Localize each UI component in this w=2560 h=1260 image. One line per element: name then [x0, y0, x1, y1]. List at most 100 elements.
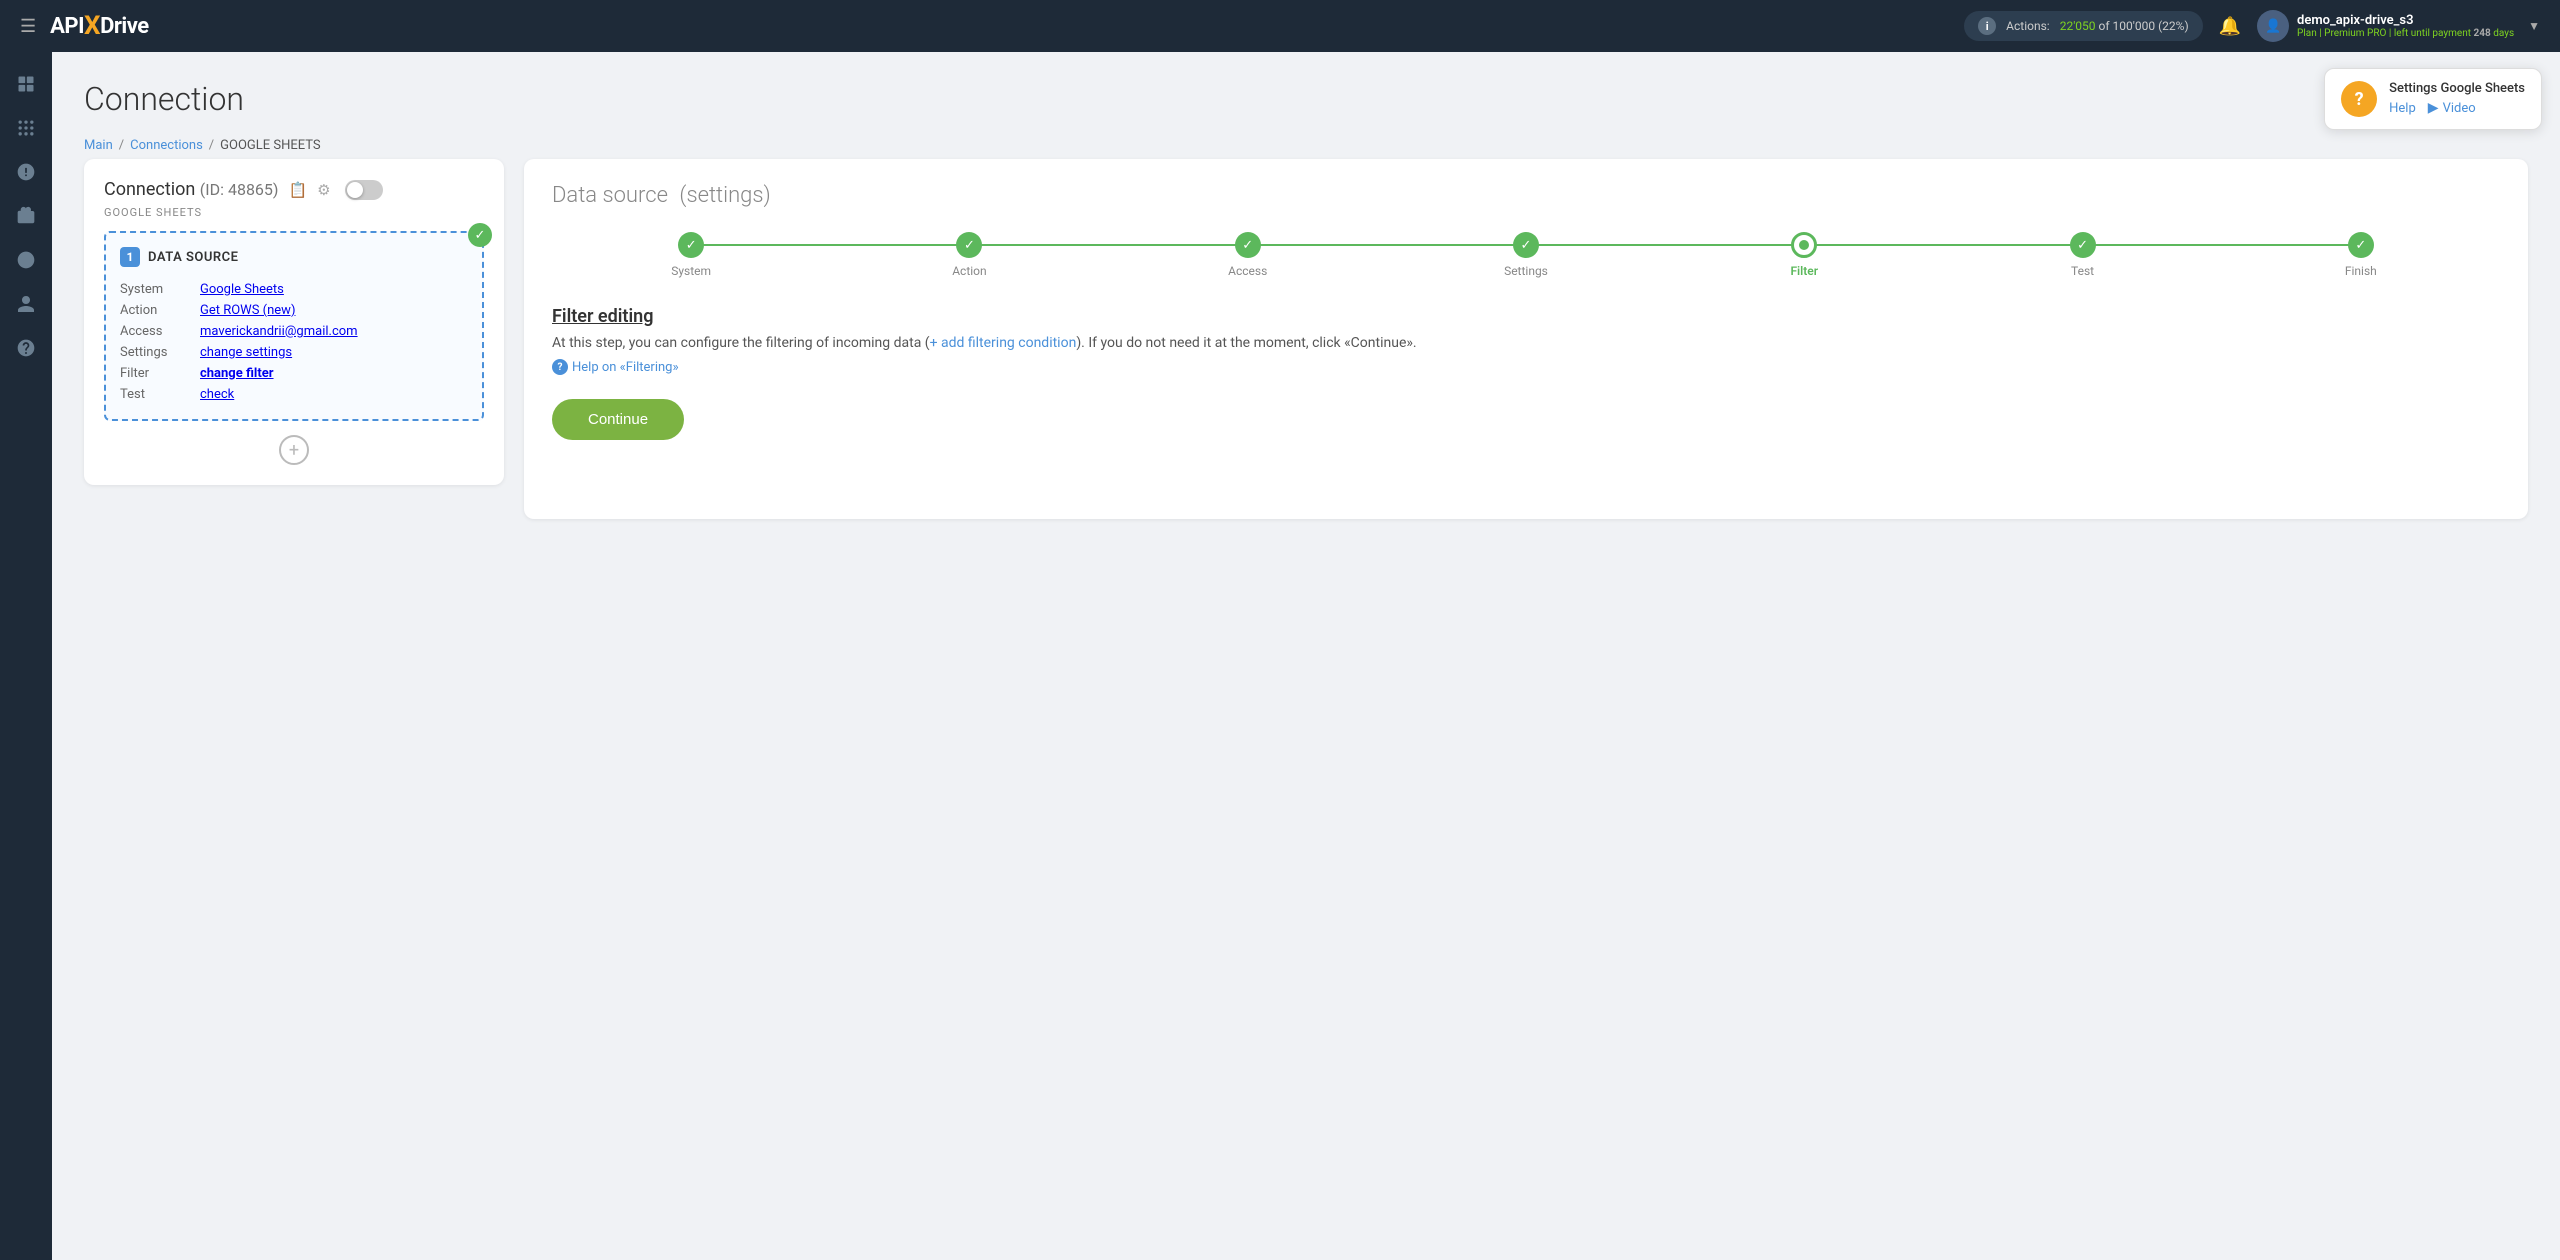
step-settings[interactable]: ✓Settings — [1387, 232, 1665, 278]
step-label: Action — [952, 264, 986, 278]
main-layout: Connection Main / Connections / GOOGLE S… — [0, 52, 2560, 1260]
google-sheets-label: GOOGLE SHEETS — [104, 206, 484, 219]
sidebar-item-connections[interactable] — [6, 108, 46, 148]
toggle-switch[interactable] — [345, 180, 383, 200]
sidebar — [0, 52, 52, 1260]
step-action[interactable]: ✓ Action — [830, 232, 1108, 278]
datasource-row-value: change settings — [200, 342, 468, 363]
help-link[interactable]: Help — [2389, 101, 2416, 116]
breadcrumb-sep2: / — [209, 138, 214, 153]
datasource-row-label: System — [120, 279, 200, 300]
logo-drive: Drive — [100, 14, 149, 39]
connection-header: Connection (ID: 48865) 📋 ⚙ — [104, 179, 484, 200]
help-tooltip-title: Settings Google Sheets — [2389, 81, 2525, 96]
connection-title: Connection (ID: 48865) — [104, 179, 278, 200]
chevron-down-icon: ▼ — [2528, 19, 2540, 33]
sidebar-item-help[interactable] — [6, 328, 46, 368]
datasource-row-value: Google Sheets — [200, 279, 468, 300]
logo-api: API — [50, 14, 84, 39]
user-info: demo_apix-drive_s3 Plan | Premium PRO | … — [2297, 13, 2514, 39]
datasource-row-label: Action — [120, 300, 200, 321]
step-test[interactable]: ✓ Test — [1943, 232, 2221, 278]
datasource-row-value: change filter — [200, 363, 468, 384]
step-system[interactable]: ✓System — [552, 232, 830, 278]
bell-icon[interactable]: 🔔 — [2219, 16, 2241, 37]
video-icon: ▶ — [2428, 100, 2439, 116]
step-circle: ✓ — [956, 232, 982, 258]
datasource-row: Accessmaverickandrii@gmail.com — [120, 321, 468, 342]
filter-desc: At this step, you can configure the filt… — [552, 335, 2500, 351]
help-filtering-link[interactable]: ? Help on «Filtering» — [552, 359, 2500, 375]
help-circle-icon: ? — [2341, 81, 2377, 117]
step-finish[interactable]: ✓ Finish — [2222, 232, 2500, 278]
datasource-row-label: Filter — [120, 363, 200, 384]
actions-count: 22'050 of 100'000 (22%) — [2060, 19, 2189, 33]
datasource-main-title: Data source (settings) — [552, 183, 2500, 208]
video-link[interactable]: ▶ Video — [2428, 100, 2476, 116]
datasource-check-badge: ✓ — [468, 223, 492, 247]
stepper: ✓System✓Action✓Access✓SettingsFilter✓Tes… — [552, 232, 2500, 278]
datasource-row-value: Get ROWS (new) — [200, 300, 468, 321]
datasource-number: 1 — [120, 247, 140, 267]
sidebar-item-dashboard[interactable] — [6, 64, 46, 104]
step-label: System — [671, 264, 711, 278]
datasource-row: SystemGoogle Sheets — [120, 279, 468, 300]
user-name: demo_apix-drive_s3 — [2297, 13, 2514, 28]
info-icon: i — [1978, 17, 1996, 35]
step-access[interactable]: ✓Access — [1109, 232, 1387, 278]
actions-pill: i Actions: 22'050 of 100'000 (22%) — [1964, 11, 2202, 41]
left-card: Connection (ID: 48865) 📋 ⚙ GOOGLE SHEETS… — [84, 159, 504, 485]
top-navigation: ☰ APIXDrive i Actions: 22'050 of 100'000… — [0, 0, 2560, 52]
sidebar-item-video[interactable] — [6, 240, 46, 280]
user-plan: Plan | Premium PRO | left until payment … — [2297, 28, 2514, 39]
sidebar-item-profile[interactable] — [6, 284, 46, 324]
datasource-row-value: check — [200, 384, 468, 405]
datasource-row: ActionGet ROWS (new) — [120, 300, 468, 321]
step-label: Test — [2071, 264, 2094, 278]
datasource-table: SystemGoogle SheetsActionGet ROWS (new)A… — [120, 279, 468, 405]
step-circle: ✓ — [2070, 232, 2096, 258]
datasource-row-label: Settings — [120, 342, 200, 363]
breadcrumb-main[interactable]: Main — [84, 138, 113, 153]
breadcrumb: Main / Connections / GOOGLE SHEETS — [84, 138, 2528, 153]
connection-id: (ID: 48865) — [200, 180, 279, 199]
page-content: Connection Main / Connections / GOOGLE S… — [52, 52, 2560, 1260]
datasource-row: Filterchange filter — [120, 363, 468, 384]
datasource-row-value: maverickandrii@gmail.com — [200, 321, 468, 342]
step-label: Finish — [2345, 264, 2377, 278]
datasource-row: Testcheck — [120, 384, 468, 405]
toggle-knob — [347, 182, 363, 198]
copy-icon[interactable]: 📋 — [288, 181, 307, 199]
add-btn-row: + — [104, 435, 484, 465]
sidebar-item-projects[interactable] — [6, 196, 46, 236]
step-filter[interactable]: Filter — [1665, 232, 1943, 278]
page-title: Connection — [84, 80, 2528, 118]
sidebar-item-billing[interactable] — [6, 152, 46, 192]
continue-button[interactable]: Continue — [552, 399, 684, 440]
cards-row: Connection (ID: 48865) 📋 ⚙ GOOGLE SHEETS… — [84, 159, 2528, 519]
datasource-row-label: Test — [120, 384, 200, 405]
help-q-icon: ? — [552, 359, 568, 375]
filter-title: Filter editing — [552, 306, 2500, 327]
step-circle: ✓ — [1513, 232, 1539, 258]
add-datasource-button[interactable]: + — [279, 435, 309, 465]
datasource-row: Settingschange settings — [120, 342, 468, 363]
step-label: Access — [1228, 264, 1267, 278]
datasource-header: 1 DATA SOURCE — [120, 247, 468, 267]
right-card: Data source (settings) ✓System✓Action✓Ac… — [524, 159, 2528, 519]
hamburger-menu[interactable]: ☰ — [20, 16, 36, 37]
breadcrumb-sep1: / — [119, 138, 124, 153]
user-section[interactable]: 👤 demo_apix-drive_s3 Plan | Premium PRO … — [2257, 10, 2540, 42]
settings-icon[interactable]: ⚙ — [317, 181, 330, 199]
step-circle-active — [1791, 232, 1817, 258]
add-filter-condition-link[interactable]: + add filtering condition — [930, 335, 1077, 351]
breadcrumb-current: GOOGLE SHEETS — [220, 138, 320, 153]
filter-section: Filter editing At this step, you can con… — [552, 306, 2500, 440]
avatar: 👤 — [2257, 10, 2289, 42]
datasource-title: DATA SOURCE — [148, 250, 239, 265]
help-links: Settings Google Sheets Help ▶ Video — [2389, 81, 2525, 116]
step-circle: ✓ — [2348, 232, 2374, 258]
breadcrumb-connections[interactable]: Connections — [130, 138, 203, 153]
step-label: Filter — [1790, 264, 1818, 278]
datasource-row-label: Access — [120, 321, 200, 342]
